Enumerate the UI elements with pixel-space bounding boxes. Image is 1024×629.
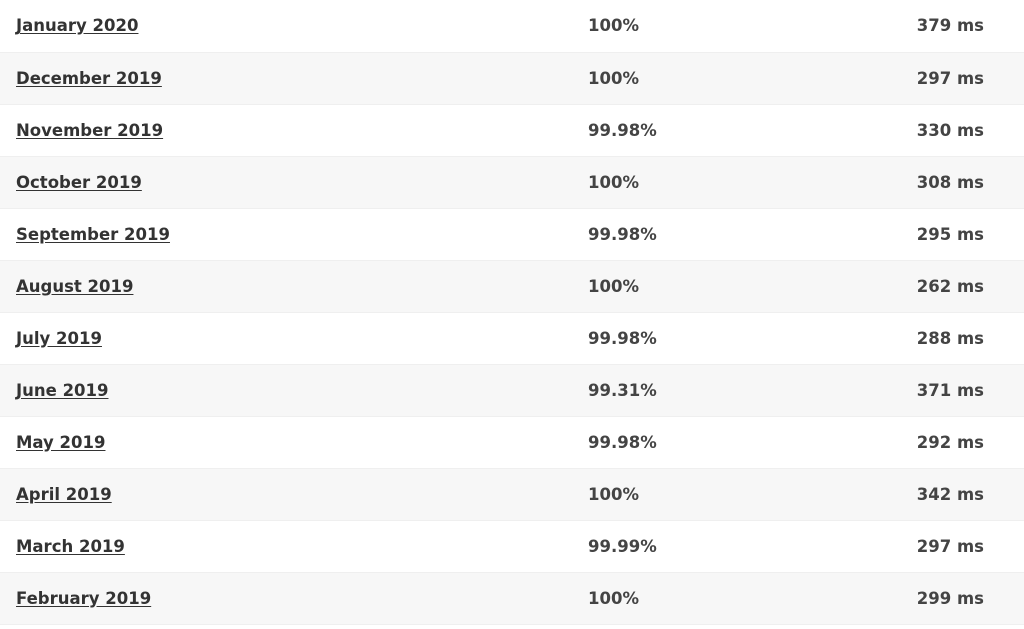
month-cell: April 2019 xyxy=(0,468,588,520)
month-cell: May 2019 xyxy=(0,416,588,468)
table-row: August 2019 100% 262 ms xyxy=(0,260,1024,312)
uptime-cell: 100% xyxy=(588,588,639,608)
response-time-cell: 330 ms xyxy=(916,120,984,140)
uptime-cell: 99.99% xyxy=(588,536,657,556)
month-cell: December 2019 xyxy=(0,52,588,104)
month-cell: July 2019 xyxy=(0,312,588,364)
uptime-cell: 100% xyxy=(588,484,639,504)
month-link[interactable]: February 2019 xyxy=(16,589,151,608)
month-cell: February 2019 xyxy=(0,572,588,624)
month-link[interactable]: November 2019 xyxy=(16,121,163,140)
response-time-cell: 297 ms xyxy=(916,536,984,556)
response-time-cell: 299 ms xyxy=(916,588,984,608)
response-time-cell: 295 ms xyxy=(916,224,984,244)
uptime-cell: 99.98% xyxy=(588,328,657,348)
month-link[interactable]: December 2019 xyxy=(16,69,162,88)
response-time-cell: 297 ms xyxy=(916,68,984,88)
month-link[interactable]: March 2019 xyxy=(16,537,125,556)
table-row: October 2019 100% 308 ms xyxy=(0,156,1024,208)
uptime-cell: 100% xyxy=(588,16,639,36)
monthly-uptime-table: January 2020 100% 379 ms December 2019 100% 2… xyxy=(0,0,1024,625)
table-row: February 2019 100% 299 ms xyxy=(0,572,1024,624)
month-link[interactable]: September 2019 xyxy=(16,225,170,244)
uptime-cell: 100% xyxy=(588,276,639,296)
uptime-cell: 100% xyxy=(588,172,639,192)
month-cell: August 2019 xyxy=(0,260,588,312)
table-row: April 2019 100% 342 ms xyxy=(0,468,1024,520)
response-time-cell: 262 ms xyxy=(916,276,984,296)
response-time-cell: 288 ms xyxy=(916,328,984,348)
month-cell: January 2020 xyxy=(0,0,588,52)
month-cell: March 2019 xyxy=(0,520,588,572)
month-cell: October 2019 xyxy=(0,156,588,208)
response-time-cell: 379 ms xyxy=(916,16,984,36)
month-link[interactable]: January 2020 xyxy=(16,16,138,35)
response-time-cell: 371 ms xyxy=(916,380,984,400)
response-time-cell: 292 ms xyxy=(916,432,984,452)
month-link[interactable]: October 2019 xyxy=(16,173,142,192)
table-row: May 2019 99.98% 292 ms xyxy=(0,416,1024,468)
uptime-cell: 99.98% xyxy=(588,432,657,452)
table-row: September 2019 99.98% 295 ms xyxy=(0,208,1024,260)
table-row: March 2019 99.99% 297 ms xyxy=(0,520,1024,572)
month-link[interactable]: August 2019 xyxy=(16,277,133,296)
uptime-cell: 100% xyxy=(588,68,639,88)
uptime-cell: 99.98% xyxy=(588,224,657,244)
response-time-cell: 308 ms xyxy=(916,172,984,192)
table-row: November 2019 99.98% 330 ms xyxy=(0,104,1024,156)
month-cell: June 2019 xyxy=(0,364,588,416)
month-link[interactable]: May 2019 xyxy=(16,433,105,452)
table-row: July 2019 99.98% 288 ms xyxy=(0,312,1024,364)
table-row: December 2019 100% 297 ms xyxy=(0,52,1024,104)
table-row: June 2019 99.31% 371 ms xyxy=(0,364,1024,416)
month-link[interactable]: June 2019 xyxy=(16,381,109,400)
month-cell: September 2019 xyxy=(0,208,588,260)
table-row: January 2020 100% 379 ms xyxy=(0,0,1024,52)
table-body: January 2020 100% 379 ms December 2019 100% 2… xyxy=(0,0,1024,624)
month-link[interactable]: April 2019 xyxy=(16,485,112,504)
response-time-cell: 342 ms xyxy=(916,484,984,504)
month-cell: November 2019 xyxy=(0,104,588,156)
uptime-cell: 99.31% xyxy=(588,380,657,400)
month-link[interactable]: July 2019 xyxy=(16,329,102,348)
uptime-cell: 99.98% xyxy=(588,120,657,140)
